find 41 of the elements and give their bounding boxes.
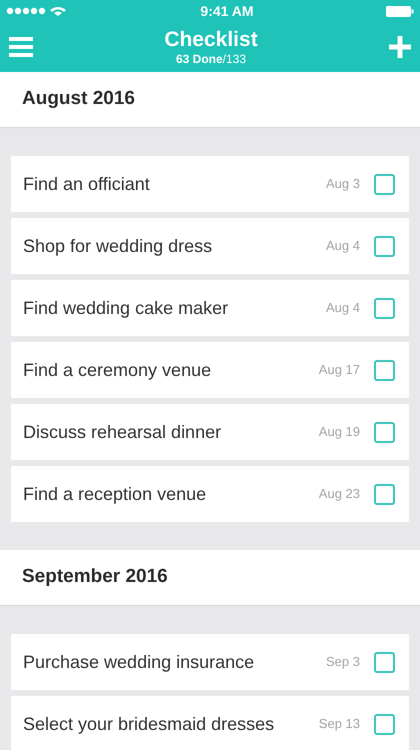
task-row[interactable]: Find an officiant Aug 3 xyxy=(11,156,409,212)
task-label: Purchase wedding insurance xyxy=(23,650,256,674)
section-header: September 2016 xyxy=(22,565,168,590)
nav-title: Checklist xyxy=(164,29,258,50)
task-label: Find a ceremony venue xyxy=(23,358,212,382)
section-header: August 2016 xyxy=(22,87,135,112)
checkbox[interactable] xyxy=(374,298,395,318)
add-icon[interactable] xyxy=(389,36,411,58)
task-date: Aug 4 xyxy=(326,237,360,256)
menu-icon[interactable] xyxy=(9,37,33,57)
task-label: Find an officiant xyxy=(23,172,151,196)
status-time: 9:41 AM xyxy=(200,2,254,20)
task-row[interactable]: Shop for wedding dress Aug 4 xyxy=(11,218,409,274)
checkbox[interactable] xyxy=(374,652,395,672)
task-row[interactable]: Find a reception venue Aug 23 xyxy=(11,466,409,522)
task-date: Aug 19 xyxy=(318,423,360,442)
checkbox[interactable] xyxy=(374,360,395,380)
task-date: Aug 23 xyxy=(318,485,360,504)
task-row[interactable]: Discuss rehearsal dinner Aug 19 xyxy=(11,404,409,460)
checkbox[interactable] xyxy=(374,714,395,734)
task-label: Find wedding cake maker xyxy=(23,296,230,320)
task-date: Aug 3 xyxy=(326,175,360,194)
task-row[interactable]: Find a ceremony venue Aug 17 xyxy=(11,342,409,398)
task-row[interactable]: Find wedding cake maker Aug 4 xyxy=(11,280,409,336)
task-date: Sep 13 xyxy=(318,715,360,734)
task-label: Shop for wedding dress xyxy=(23,234,214,258)
task-label: Discuss rehearsal dinner xyxy=(23,420,222,444)
task-label: Find a reception venue xyxy=(23,482,208,506)
task-row[interactable]: Purchase wedding insurance Sep 3 xyxy=(11,634,409,690)
checkbox[interactable] xyxy=(374,484,395,504)
done-count: 63 Done/133 xyxy=(176,53,246,65)
signal-icon xyxy=(6,6,68,16)
task-date: Sep 3 xyxy=(326,653,360,672)
checkbox[interactable] xyxy=(374,236,395,256)
task-row[interactable]: Select your bridesmaid dresses Sep 13 xyxy=(11,696,409,750)
checkbox[interactable] xyxy=(374,422,395,442)
task-date: Aug 17 xyxy=(318,361,360,380)
battery-icon xyxy=(386,6,414,16)
task-date: Aug 4 xyxy=(326,299,360,318)
checkbox[interactable] xyxy=(374,174,395,194)
task-label: Select your bridesmaid dresses xyxy=(23,712,276,736)
